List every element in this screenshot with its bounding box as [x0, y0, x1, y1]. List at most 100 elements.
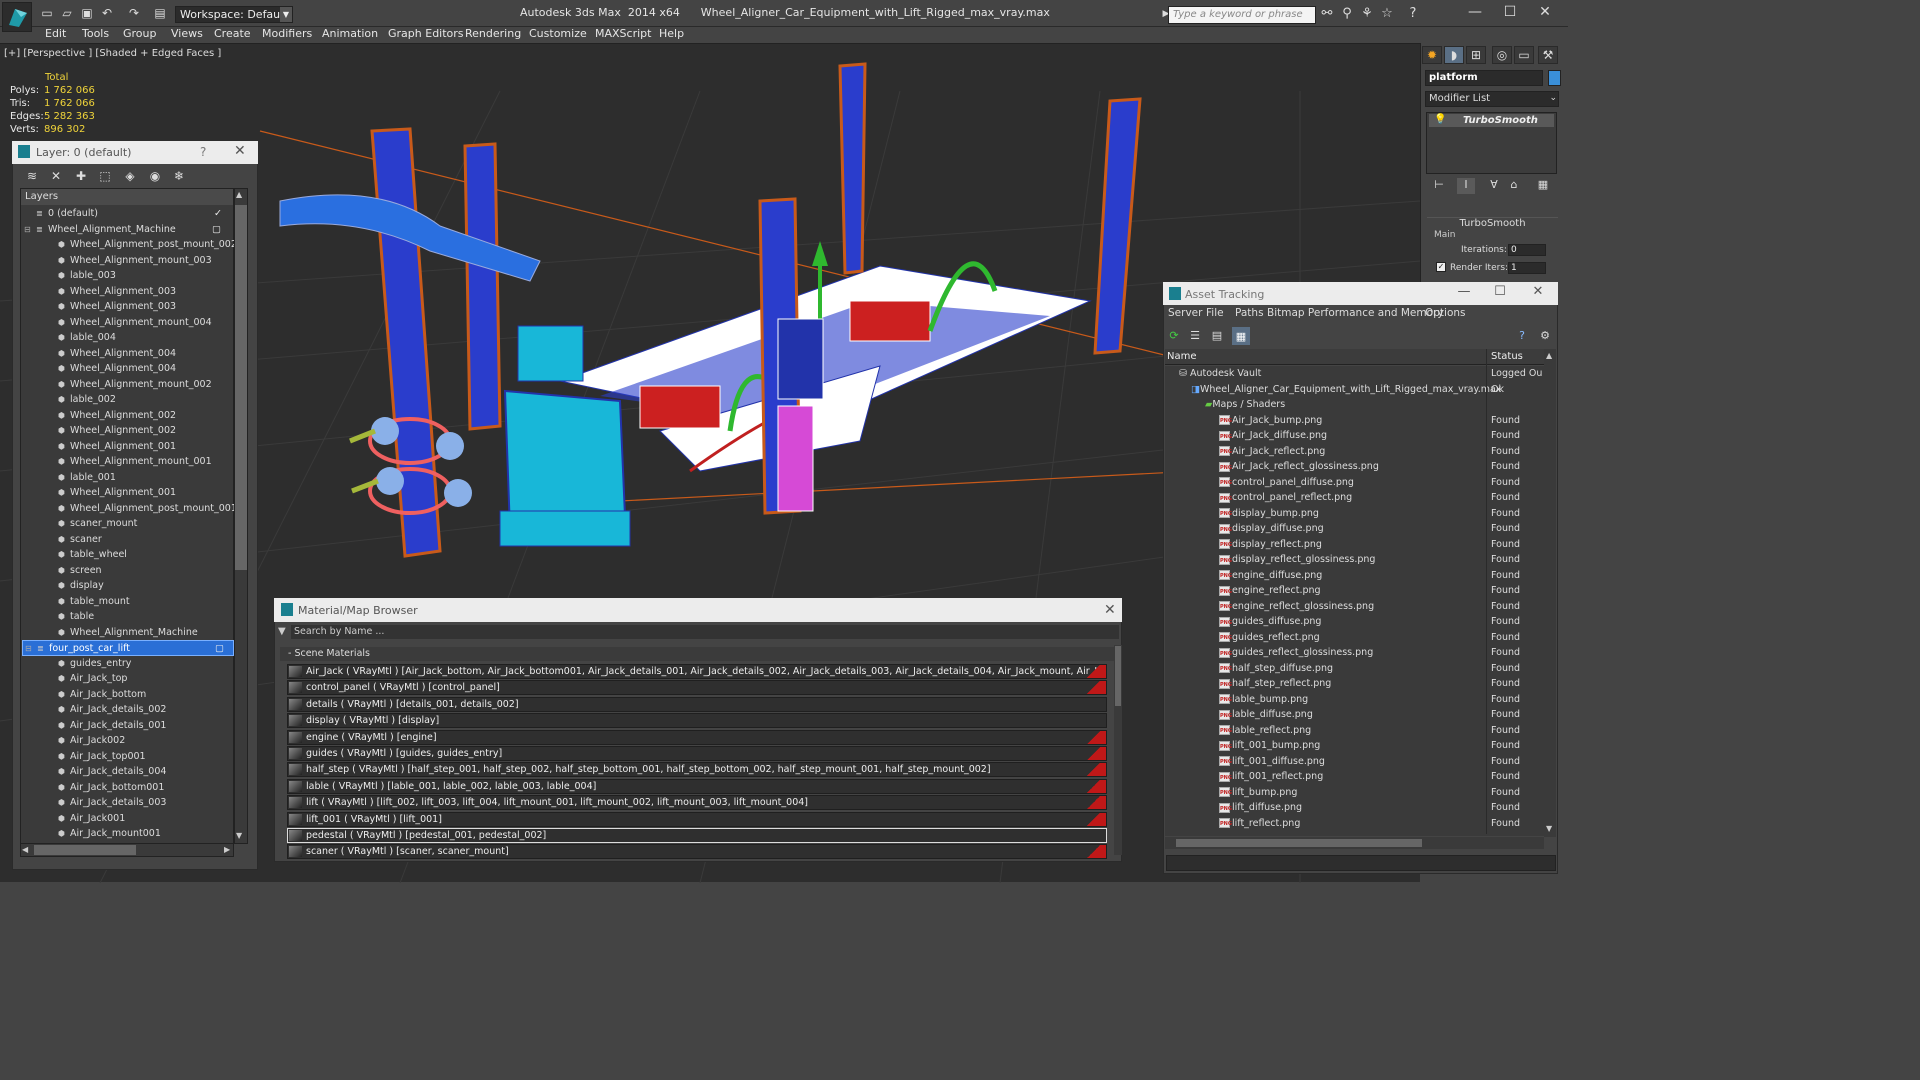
layer-hscroll-thumb[interactable]	[34, 845, 136, 855]
menu-help[interactable]: Help	[659, 27, 684, 43]
render-iters-spinner[interactable]: 1	[1508, 262, 1546, 274]
maximize-button[interactable]: ☐	[1490, 284, 1510, 299]
layer-row[interactable]: ⬢ Air_Jack_mount001	[22, 826, 234, 842]
scene-materials-group[interactable]: - Scene Materials	[280, 647, 1118, 661]
search-input[interactable]: Type a keyword or phrase	[1168, 6, 1316, 24]
layer-row[interactable]: ⬢ table_wheel	[22, 547, 234, 563]
project-folder-icon[interactable]: ▤	[153, 7, 167, 19]
redo-icon[interactable]: ↷	[127, 7, 141, 19]
freeze-all-layers-icon[interactable]: ❄	[170, 168, 188, 184]
map-row[interactable]: PNGguides_diffuse.png Found	[1165, 614, 1544, 630]
column-name[interactable]: Name	[1167, 351, 1197, 362]
user-icon[interactable]: ⚘	[1359, 6, 1375, 22]
layer-row[interactable]: ⬢ lable_002	[22, 392, 234, 408]
layer-row[interactable]: ⬢ Air_Jack_bottom001	[22, 780, 234, 796]
map-row[interactable]: PNGlift_001_reflect.png Found	[1165, 769, 1544, 785]
material-row[interactable]: lift_001 ( VRayMtl ) [lift_001]	[287, 811, 1107, 827]
map-row[interactable]: PNGdisplay_reflect.png Found	[1165, 537, 1544, 553]
add-to-layer-icon[interactable]: ✚	[72, 168, 90, 184]
layer-row[interactable]: ⬢ table	[22, 609, 234, 625]
menu-paths[interactable]: Paths	[1235, 307, 1264, 319]
map-row[interactable]: PNGlift_001_bump.png Found	[1165, 738, 1544, 754]
map-row[interactable]: PNGAir_Jack_bump.png Found	[1165, 413, 1544, 429]
scroll-right-icon[interactable]: ▶	[224, 845, 230, 854]
maps-group-row[interactable]: ▰Maps / Shaders	[1165, 397, 1544, 413]
layer-row[interactable]: ⊟ ≣ Wheel_Alignment_Machine ▢	[22, 222, 234, 238]
file-row[interactable]: ◨Wheel_Aligner_Car_Equipment_with_Lift_R…	[1165, 382, 1544, 398]
layer-row[interactable]: ⬢ Wheel_Alignment_002	[22, 423, 234, 439]
menu-animation[interactable]: Animation	[322, 27, 378, 43]
close-button[interactable]: ✕	[1530, 3, 1560, 21]
configure-sets-icon[interactable]: ▦	[1534, 178, 1552, 194]
utilities-tab-icon[interactable]: ⚒	[1538, 46, 1558, 64]
map-row[interactable]: PNGlable_diffuse.png Found	[1165, 707, 1544, 723]
menu-options[interactable]: Options	[1425, 307, 1466, 319]
modify-tab-icon[interactable]: ◗	[1444, 46, 1464, 64]
material-row[interactable]: engine ( VRayMtl ) [engine]	[287, 729, 1107, 745]
menu-modifiers[interactable]: Modifiers	[262, 27, 312, 43]
vault-row[interactable]: ⛁ Autodesk Vault Logged Ou	[1165, 366, 1544, 382]
asset-vertical-scrollbar[interactable]	[1544, 349, 1556, 837]
layer-row[interactable]: ⬢ Wheel_Alignment_002	[22, 408, 234, 424]
modifier-stack-item[interactable]: TurboSmooth	[1429, 114, 1554, 127]
map-row[interactable]: PNGhalf_step_reflect.png Found	[1165, 676, 1544, 692]
layer-row[interactable]: ⬢ scaner_mount	[22, 516, 234, 532]
help-icon[interactable]: ?	[1405, 6, 1421, 22]
map-row[interactable]: PNGdisplay_reflect_glossiness.png Found	[1165, 552, 1544, 568]
map-row[interactable]: PNGdisplay_diffuse.png Found	[1165, 521, 1544, 537]
lightbulb-icon[interactable]: 💡	[1434, 114, 1446, 125]
collapse-icon[interactable]: ⊟	[25, 641, 32, 656]
material-row[interactable]: pedestal ( VRayMtl ) [pedestal_001, pede…	[287, 828, 1107, 843]
display-tab-icon[interactable]: ▭	[1514, 46, 1534, 64]
layer-row[interactable]: ⬢ Wheel_Alignment_003	[22, 284, 234, 300]
material-scroll-thumb[interactable]	[1115, 646, 1121, 706]
layer-row[interactable]: ⬢ Wheel_Alignment_post_mount_002	[22, 237, 237, 253]
menu-rendering[interactable]: Rendering	[465, 27, 521, 43]
layer-scroll-thumb[interactable]	[235, 205, 247, 570]
map-row[interactable]: PNGAir_Jack_diffuse.png Found	[1165, 428, 1544, 444]
hide-all-layers-icon[interactable]: ◉	[146, 168, 164, 184]
object-name-field[interactable]: platform	[1425, 70, 1543, 86]
communication-center-icon[interactable]: ⚲	[1339, 6, 1355, 22]
map-row[interactable]: PNGAir_Jack_reflect.png Found	[1165, 444, 1544, 460]
material-row[interactable]: scaner ( VRayMtl ) [scaner, scaner_mount…	[287, 844, 1107, 860]
refresh-icon[interactable]: ⟳	[1166, 328, 1182, 344]
layer-row[interactable]: ⬢ Air_Jack_top	[22, 671, 234, 687]
layer-row[interactable]: ⬢ Air_Jack_details_004	[22, 764, 234, 780]
layers-column-header[interactable]: Layers	[21, 189, 233, 205]
menu-maxscript[interactable]: MAXScript	[595, 27, 651, 43]
layer-row[interactable]: ⬢ Wheel_Alignment_post_mount_001	[22, 501, 237, 517]
layer-row[interactable]: ⬢ screen	[22, 563, 234, 579]
asset-hscroll-thumb[interactable]	[1176, 839, 1422, 847]
layer-row[interactable]: ⊟ ≣ four_post_car_lift ▢	[22, 640, 234, 656]
scroll-down-icon[interactable]: ▼	[236, 831, 242, 840]
set-active-layer-icon[interactable]: ▢	[212, 222, 221, 237]
layer-row[interactable]: ⬢ Air_Jack_top001	[22, 749, 234, 765]
layer-row[interactable]: ⬢ Air_Jack_details_003	[22, 795, 234, 811]
create-tab-icon[interactable]: ✹	[1422, 46, 1442, 64]
scroll-up-icon[interactable]: ▲	[236, 190, 242, 199]
maximize-button[interactable]: ☐	[1495, 3, 1525, 21]
material-row[interactable]: control_panel ( VRayMtl ) [control_panel…	[287, 680, 1107, 696]
asset-path-field[interactable]	[1166, 855, 1556, 871]
select-in-layer-icon[interactable]: ⬚	[96, 168, 114, 184]
layer-row[interactable]: ⬢ guides_entry	[22, 656, 234, 672]
menu-views[interactable]: Views	[171, 27, 203, 43]
show-end-result-icon[interactable]: Ⅰ	[1457, 178, 1475, 194]
menu-tools[interactable]: Tools	[82, 27, 109, 43]
create-layer-icon[interactable]: ≋	[23, 168, 41, 184]
map-row[interactable]: PNGlable_reflect.png Found	[1165, 723, 1544, 739]
make-unique-icon[interactable]: ∀	[1485, 178, 1503, 194]
new-file-icon[interactable]: ▭	[40, 7, 54, 19]
set-active-layer-icon[interactable]: ▢	[215, 641, 224, 656]
map-row[interactable]: PNGlable_bump.png Found	[1165, 692, 1544, 708]
binoculars-icon[interactable]: ⚯	[1319, 6, 1335, 22]
layer-row[interactable]: ⬢ Wheel_Alignment_003	[22, 299, 234, 315]
rollout-title[interactable]: TurboSmooth	[1427, 217, 1558, 229]
layer-row[interactable]: ⬢ lable_003	[22, 268, 234, 284]
menu-file[interactable]: File	[1206, 307, 1224, 319]
delete-layer-icon[interactable]: ✕	[47, 168, 65, 184]
menu-edit[interactable]: Edit	[45, 27, 66, 43]
menu-bitmap-performance[interactable]: Bitmap Performance and Memory	[1267, 307, 1444, 319]
map-row[interactable]: PNGdisplay_bump.png Found	[1165, 506, 1544, 522]
